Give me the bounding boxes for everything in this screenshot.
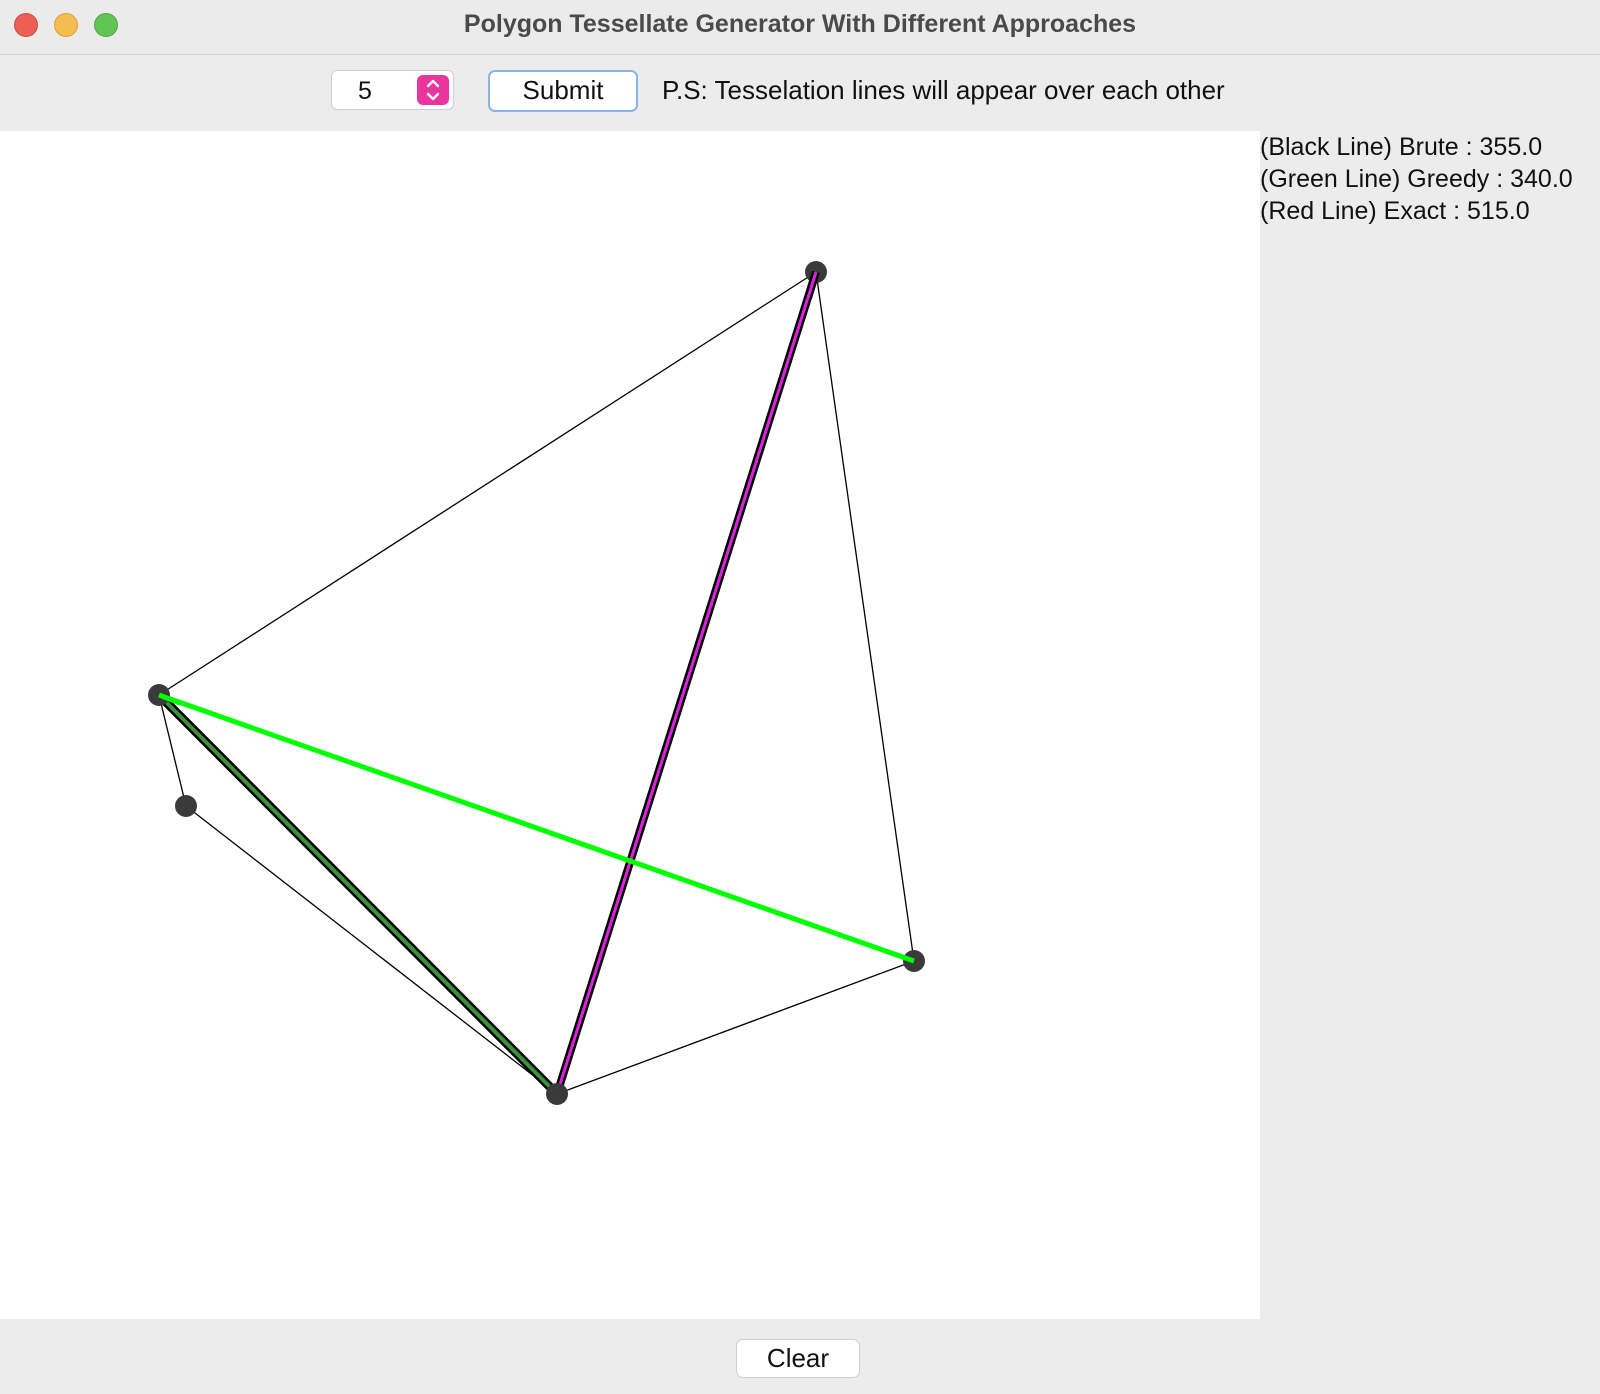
drawing-canvas[interactable] <box>0 131 1260 1319</box>
polygon-edge <box>815 271 915 962</box>
vertex <box>546 1083 568 1105</box>
exact-result: (Red Line) Exact : 515.0 <box>1260 197 1530 225</box>
title-bar: Polygon Tessellate Generator With Differ… <box>0 0 1600 55</box>
polygon-edge <box>158 271 817 696</box>
greedy-result: (Green Line) Greedy : 340.0 <box>1260 165 1573 193</box>
greedy-diagonal <box>158 692 915 964</box>
brute-result: (Black Line) Brute : 355.0 <box>1260 133 1543 161</box>
exact-diagonal-overlay <box>555 271 818 1095</box>
app-window: Polygon Tessellate Generator With Differ… <box>0 0 1600 1394</box>
vertex-count-value[interactable]: 5 <box>358 77 372 106</box>
clear-button[interactable]: Clear <box>736 1339 860 1378</box>
vertex-count-spinner[interactable]: 5 <box>331 70 454 110</box>
tessellation-drawing <box>148 261 925 1105</box>
toolbar: 5 Submit P.S: Tesselation lines will app… <box>0 55 1600 131</box>
results-panel: (Black Line) Brute : 355.0 (Green Line) … <box>1260 131 1600 227</box>
window-title: Polygon Tessellate Generator With Differ… <box>463 10 1137 38</box>
polygon-edge <box>556 960 915 1095</box>
polygon-edge <box>185 805 558 1095</box>
up-down-arrows-icon[interactable] <box>417 75 449 105</box>
submit-button[interactable]: Submit <box>488 70 638 112</box>
vertex <box>175 795 197 817</box>
tessellation-note: P.S: Tesselation lines will appear over … <box>662 75 1225 105</box>
greedy-diagonal-overlay <box>157 693 559 1096</box>
